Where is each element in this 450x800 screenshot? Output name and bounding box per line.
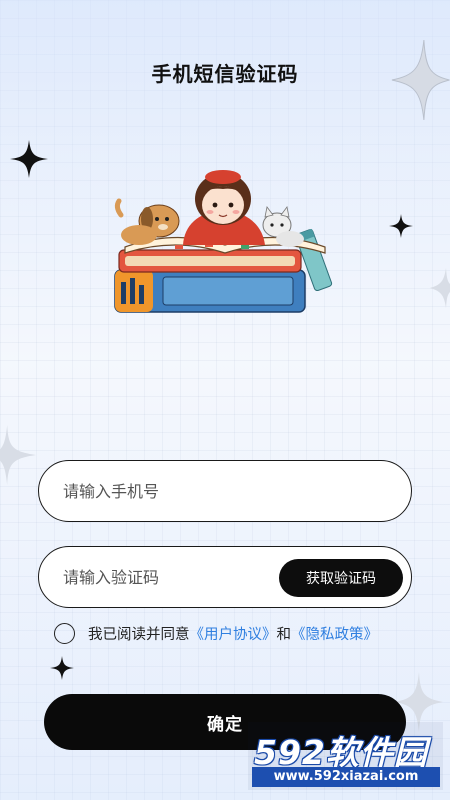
agreement-radio[interactable] — [54, 622, 75, 644]
sparkle-icon — [50, 656, 74, 680]
agreement-row: 我已阅读并同意 《用户协议》 和 《隐私政策》 — [54, 622, 378, 644]
get-code-button[interactable]: 获取验证码 — [279, 559, 403, 597]
privacy-policy-link[interactable]: 《隐私政策》 — [291, 623, 378, 644]
phone-input[interactable] — [63, 461, 283, 521]
sparkle-icon — [389, 214, 413, 238]
girl-reading-illustration — [114, 170, 333, 313]
user-agreement-link[interactable]: 《用户协议》 — [190, 623, 277, 644]
code-input[interactable] — [63, 547, 283, 607]
agreement-and: 和 — [276, 626, 292, 643]
sparkle-icon — [10, 140, 48, 178]
silver-star-icon — [0, 425, 36, 485]
watermark: 592软件园 www.592xiazai.com — [248, 722, 443, 790]
confirm-button-label: 确定 — [207, 714, 243, 735]
phone-field[interactable] — [38, 460, 412, 522]
code-field[interactable]: 获取验证码 — [38, 546, 412, 608]
silver-star-icon — [430, 268, 450, 308]
page-title: 手机短信验证码 — [151, 62, 299, 86]
silver-star-icon — [391, 40, 450, 120]
watermark-url: www.592xiazai.com — [252, 767, 440, 787]
agreement-prefix: 我已阅读并同意 — [88, 626, 190, 643]
